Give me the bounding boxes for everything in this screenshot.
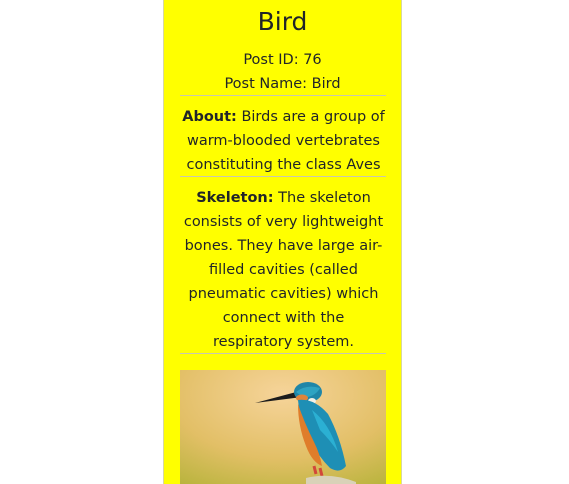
kingfisher-illustration	[180, 370, 386, 484]
skeleton-text: The skeleton consists of very lightweigh…	[183, 190, 384, 350]
post-title: Bird	[257, 7, 308, 36]
skeleton-label: Skeleton:	[196, 190, 274, 206]
post-card: Bird Post ID: 76 Post Name: Bird About: …	[163, 0, 402, 484]
divider	[180, 353, 386, 354]
divider	[180, 95, 386, 96]
skeleton-section: Skeleton: The skeleton consists of very …	[181, 186, 386, 354]
about-label: About:	[182, 109, 237, 125]
about-section: About: Birds are a group of warm-blooded…	[181, 105, 386, 177]
kingfisher-photo	[180, 370, 386, 484]
post-id: Post ID: 76	[243, 52, 322, 68]
post-name: Post Name: Bird	[224, 76, 341, 92]
divider	[180, 176, 386, 177]
